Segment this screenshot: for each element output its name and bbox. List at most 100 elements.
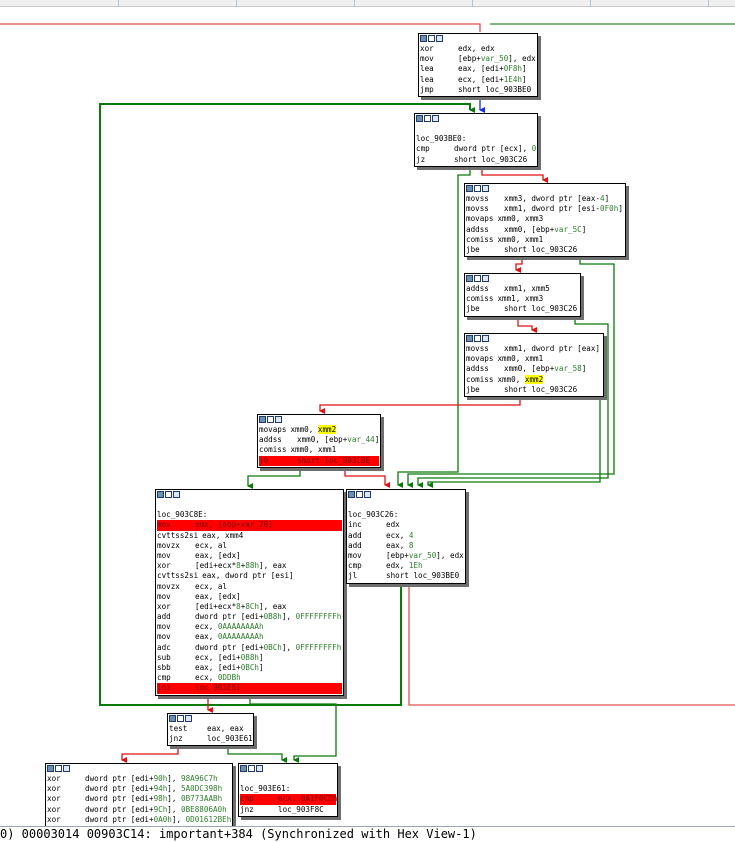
operands: xmm0, [ebp+var_5C] bbox=[504, 224, 587, 234]
instruction-line[interactable]: comiss xmm0, xmm2 bbox=[466, 374, 602, 385]
instruction-line[interactable]: sub ecx, [edi+0B8h] bbox=[157, 653, 342, 663]
instruction-line[interactable]: xor dword ptr [edi+94h], 5A0DC398h bbox=[47, 784, 231, 794]
instruction-line[interactable]: lea ecx, [edi+1E4h] bbox=[420, 75, 536, 85]
instruction-line[interactable]: jb short loc_903C8E bbox=[259, 455, 379, 466]
instruction-line[interactable]: addss xmm0, [ebp+var_58] bbox=[466, 364, 602, 374]
instruction-line[interactable]: cvttss2si eax, dword ptr [esi] bbox=[157, 571, 342, 581]
operands: dword ptr [edi+9Ch], 0BE8806A0h bbox=[85, 804, 227, 814]
instruction-line[interactable]: jbe short loc_903C26 bbox=[466, 304, 579, 314]
instruction-line[interactable]: xor [edi+ecx*8+88h], eax bbox=[157, 561, 342, 571]
code-label[interactable]: loc_903C26: bbox=[348, 510, 464, 520]
edge-n2-n8 bbox=[397, 168, 471, 488]
instruction-line[interactable]: xor dword ptr [edi+90h], 98A96C7h bbox=[47, 774, 231, 784]
code-label[interactable]: loc_903BE0: bbox=[416, 134, 536, 144]
instruction-line[interactable]: xor [edi+ecx*8+8Ch], eax bbox=[157, 602, 342, 612]
instruction-line[interactable]: mov eax, [edx] bbox=[157, 551, 342, 561]
code-block-loc-903c26[interactable]: loc_903C26: inc edx add ecx, 4 add eax, 8 mov [e… bbox=[346, 489, 466, 584]
instruction-line[interactable]: movaps xmm0, xmm3 bbox=[466, 214, 624, 224]
operands: [edi+ecx*8+8Ch], eax bbox=[195, 601, 287, 611]
operands: [ebp+var_50], edx bbox=[386, 550, 464, 560]
instruction-line[interactable]: add eax, 8 bbox=[348, 541, 464, 551]
mnemonic: mov bbox=[157, 520, 171, 530]
instruction-line[interactable]: jnz loc_903E61 bbox=[169, 734, 253, 744]
instruction-line[interactable]: cvttss2si eax, xmm4 bbox=[157, 531, 342, 541]
operands: xmm3, dword ptr [eax-4] bbox=[504, 194, 610, 203]
instruction-line[interactable]: mov ecx, 0AAAAAAAAh bbox=[157, 622, 342, 632]
instruction-line[interactable]: movaps xmm0, xmm2 bbox=[259, 425, 379, 435]
mnemonic: xor bbox=[47, 814, 61, 824]
instruction-line[interactable]: movss xmm3, dword ptr [eax-4] bbox=[466, 194, 624, 204]
instruction-line[interactable]: mov [ebp+var_50], edx bbox=[420, 54, 536, 64]
mnemonic: mov bbox=[157, 632, 171, 642]
operands: dword ptr [edi+98h], 0B773AABh bbox=[85, 794, 223, 804]
instruction-line[interactable]: jmp short loc_903BE0 bbox=[420, 85, 536, 95]
code-block-movaps-xmm2[interactable]: movaps xmm0, xmm2 addss xmm0, [ebp+var_44] c… bbox=[257, 414, 381, 468]
mnemonic: mov bbox=[157, 591, 171, 601]
instruction-line[interactable]: xor dword ptr [edi+0A0h], 0D01612BEh bbox=[47, 815, 231, 825]
instruction-line[interactable]: mov edx, [ebp+var_70] bbox=[157, 520, 342, 531]
instruction-line[interactable]: addss xmm0, [ebp+var_44] bbox=[259, 435, 379, 445]
operands: eax, [edi+0F8h] bbox=[458, 64, 527, 74]
instruction-line[interactable]: xor dword ptr [edi+98h], 0B773AABh bbox=[47, 794, 231, 804]
instruction-line[interactable]: mov [ebp+var_50], edx bbox=[348, 551, 464, 561]
instruction-line[interactable]: inc edx bbox=[348, 520, 464, 530]
code-block-movss-compare[interactable]: movss xmm3, dword ptr [eax-4] movss xmm1, d… bbox=[464, 183, 626, 258]
code-label[interactable]: loc_903E61: bbox=[240, 784, 336, 794]
instruction-line[interactable]: movzx ecx, al bbox=[157, 582, 342, 592]
instruction-line[interactable]: cmp ecx, 0A1F0CDh bbox=[240, 794, 337, 805]
code-block-movss-eax[interactable]: movss xmm1, dword ptr [eax] movaps xmm0, xm… bbox=[464, 333, 604, 397]
instruction-line[interactable]: movss xmm1, dword ptr [esi-0F0h] bbox=[466, 204, 624, 214]
operands: short loc_903BE0 bbox=[386, 571, 460, 581]
instruction-line[interactable]: sbb eax, [edi+0BCh] bbox=[157, 663, 342, 673]
instruction-line[interactable]: movss xmm1, dword ptr [eax] bbox=[466, 344, 602, 354]
operands: short loc_903C26 bbox=[504, 384, 578, 394]
code-block-entry[interactable]: xor edx, edx mov [ebp+var_50], edx lea eax, [… bbox=[418, 33, 538, 97]
code-block-loc-903be0[interactable]: loc_903BE0: cmp dword ptr [ecx], 0 jz short … bbox=[414, 113, 538, 167]
instruction-line[interactable]: cmp edx, 1Eh bbox=[348, 561, 464, 571]
code-block-xor-constants[interactable]: xor dword ptr [edi+90h], 98A96C7h xor dword… bbox=[45, 763, 233, 827]
instruction-line[interactable]: adc dword ptr [edi+0BCh], 0FFFFFFFFh bbox=[157, 643, 342, 653]
edge-n5-n6 bbox=[319, 397, 521, 414]
code-block-addss-xmm5[interactable]: addss xmm1, xmm5 comiss xmm1, xmm3 jbe short … bbox=[464, 273, 581, 317]
instruction-line[interactable]: comiss xmm1, xmm3 bbox=[466, 294, 579, 304]
instruction-line[interactable]: mov eax, [edx] bbox=[157, 592, 342, 602]
mnemonic: mov bbox=[348, 550, 362, 560]
mnemonic: movss bbox=[466, 204, 489, 214]
mnemonic: xor bbox=[47, 784, 61, 794]
operands: xmm1, dword ptr [eax] bbox=[504, 344, 601, 353]
instruction-line[interactable]: add dword ptr [edi+0B8h], 0FFFFFFFFh bbox=[157, 612, 342, 622]
instruction-line[interactable]: comiss xmm0, xmm1 bbox=[259, 445, 379, 455]
instruction-line[interactable]: movzx ecx, al bbox=[157, 541, 342, 551]
operands: dword ptr [edi+94h], 5A0DC398h bbox=[85, 784, 223, 794]
instruction-line[interactable]: mov eax, 0AAAAAAAAh bbox=[157, 632, 342, 642]
instruction-line[interactable]: jl short loc_903BE0 bbox=[348, 571, 464, 581]
instruction-line[interactable]: test eax, eax bbox=[169, 724, 252, 734]
instruction-line[interactable]: jbe short loc_903C26 bbox=[466, 385, 602, 395]
instruction-line[interactable]: jz short loc_903C26 bbox=[416, 155, 536, 165]
code-block-loc-903e61[interactable]: loc_903E61: cmp ecx, 0A1F0CDh jnz loc_903F8C bbox=[238, 763, 338, 817]
mnemonic: movss bbox=[466, 344, 489, 353]
instruction-line[interactable]: xor dword ptr [edi+9Ch], 0BE8806A0h bbox=[47, 805, 231, 815]
instruction-line[interactable]: comiss xmm0, xmm1 bbox=[466, 235, 624, 245]
instruction-line[interactable]: xor edx, edx bbox=[420, 44, 536, 54]
operands: xmm1, xmm3 bbox=[497, 294, 544, 304]
edge-n8-exit bbox=[408, 585, 735, 706]
instruction-line[interactable]: addss xmm0, [ebp+var_5C] bbox=[466, 225, 624, 235]
instruction-line[interactable]: jbe short loc_903C26 bbox=[466, 245, 624, 255]
mnemonic: jnz bbox=[169, 734, 183, 744]
instruction-line[interactable]: lea eax, [edi+0F8h] bbox=[420, 64, 536, 74]
code-label[interactable]: loc_903C8E: bbox=[157, 510, 342, 520]
instruction-line[interactable]: cmp dword ptr [ecx], 0 bbox=[416, 144, 536, 154]
mnemonic: addss bbox=[466, 284, 489, 293]
instruction-line[interactable]: jnz loc_903F8C bbox=[240, 805, 336, 815]
instruction-line[interactable]: jnz loc_903E61 bbox=[157, 683, 342, 694]
instruction-line[interactable]: addss xmm1, xmm5 bbox=[466, 284, 579, 294]
code-block-loc-903c8e[interactable]: loc_903C8E: mov edx, [ebp+var_70] cvttss2si… bbox=[155, 489, 344, 696]
instruction-line[interactable]: cmp ecx, 0DDBh bbox=[157, 673, 342, 683]
edge-n7-n11 bbox=[249, 697, 337, 763]
instruction-line[interactable]: movaps xmm0, xmm1 bbox=[466, 354, 602, 364]
code-block-test-eax[interactable]: test eax, eax jnz loc_903E61 bbox=[167, 713, 254, 747]
instruction-line[interactable]: add ecx, 4 bbox=[348, 531, 464, 541]
